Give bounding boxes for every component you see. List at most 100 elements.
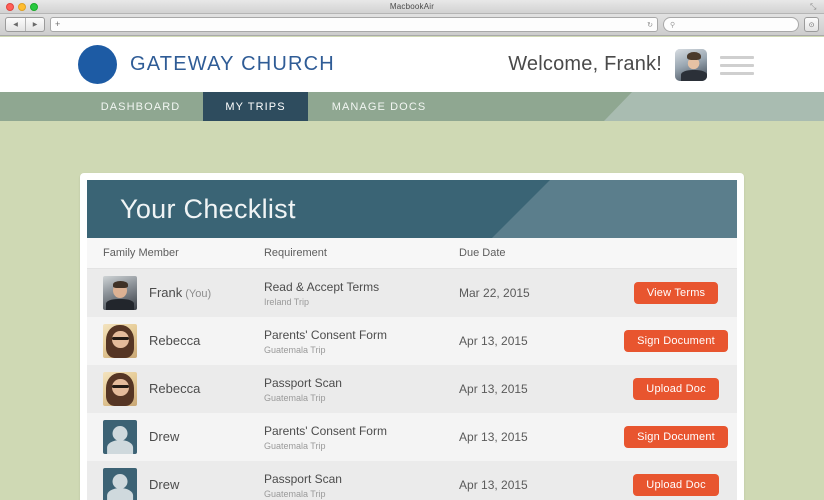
back-button[interactable]: ◀ <box>6 18 25 31</box>
upload-doc-button[interactable]: Upload Doc <box>633 474 719 496</box>
requirement-title: Parents' Consent Form <box>263 327 387 342</box>
member-name: Drew <box>149 477 180 492</box>
requirement-trip: Ireland Trip <box>263 296 309 307</box>
cell-family-member: Rebecca <box>103 324 264 358</box>
brand[interactable]: GATEWAY CHURCH <box>78 45 335 84</box>
member-avatar-placeholder-icon <box>103 420 137 454</box>
member-avatar-icon <box>103 276 137 310</box>
avatar-glasses <box>111 336 129 341</box>
member-avatar-icon <box>103 372 137 406</box>
avatar-head <box>112 473 128 489</box>
hamburger-bar <box>720 55 754 59</box>
cell-family-member: Drew <box>103 468 264 500</box>
member-name-group: Drew <box>149 428 179 446</box>
page-title: Your Checklist <box>120 193 296 224</box>
page-viewport: GATEWAY CHURCH Welcome, Frank! DASHBOARD… <box>0 37 824 500</box>
cell-requirement: Parents' Consent Form Guatemala Trip <box>264 424 459 451</box>
cell-requirement: Passport Scan Guatemala Trip <box>264 376 459 403</box>
tab-my-trips[interactable]: MY TRIPS <box>203 92 308 121</box>
brand-logo-icon <box>78 45 117 84</box>
checklist-table: Family Member Requirement Due Date Frank… <box>87 238 737 500</box>
cell-family-member: Drew <box>103 420 264 454</box>
welcome-text: Welcome, Frank! <box>508 53 662 75</box>
forward-button[interactable]: ▶ <box>25 18 44 31</box>
requirement-trip: Guatemala Trip <box>263 392 326 403</box>
avatar-shoulders <box>107 488 133 500</box>
member-name: Rebecca <box>149 333 201 348</box>
table-row: Drew Passport Scan Guatemala Trip Apr 13… <box>87 461 737 500</box>
member-name-group: Rebecca <box>149 332 200 350</box>
checklist-card: Your Checklist Family Member Requirement… <box>80 173 744 500</box>
hamburger-menu-icon[interactable] <box>720 55 754 75</box>
browser-window: MacbookAir ⤡ ◀ ▶ + ↻ ⚲ ⊙ GATEWAY CHURCH … <box>0 0 824 500</box>
cell-action: Sign Document <box>615 330 737 352</box>
browser-toolbar: ◀ ▶ + ↻ ⚲ ⊙ <box>0 14 824 36</box>
cell-due-date: Mar 22, 2015 <box>459 286 530 300</box>
window-traffic-lights <box>6 3 38 11</box>
requirement-trip: Guatemala Trip <box>263 344 326 355</box>
avatar-shoulders <box>681 70 707 81</box>
brand-name: GATEWAY CHURCH <box>130 53 335 75</box>
member-name: Frank <box>149 285 183 300</box>
member-name-group: Rebecca <box>149 380 200 398</box>
avatar-hair <box>686 51 701 60</box>
avatar-glasses <box>111 384 129 389</box>
cell-requirement: Read & Accept Terms Ireland Trip <box>264 280 459 307</box>
table-row: Drew Parents' Consent Form Guatemala Tri… <box>87 413 737 461</box>
member-name-suffix: (You) <box>185 288 212 300</box>
avatar-hair <box>112 280 129 289</box>
cell-due-date: Apr 13, 2015 <box>459 334 528 348</box>
member-name-group: Frank (You) <box>149 284 211 302</box>
sign-document-button[interactable]: Sign Document <box>624 426 728 448</box>
member-avatar-icon <box>103 324 137 358</box>
close-window-button[interactable] <box>6 3 14 11</box>
cell-due-date: Apr 13, 2015 <box>459 430 528 444</box>
cell-requirement: Parents' Consent Form Guatemala Trip <box>264 328 459 355</box>
table-header-row: Family Member Requirement Due Date <box>87 238 737 269</box>
main-navigation: DASHBOARD MY TRIPS MANAGE DOCS <box>0 92 824 121</box>
member-name-group: Drew <box>149 476 179 494</box>
cell-action: View Terms <box>615 282 737 304</box>
view-terms-button[interactable]: View Terms <box>633 282 719 304</box>
nav-accent-shape <box>604 92 824 121</box>
table-row: Rebecca Parents' Consent Form Guatemala … <box>87 317 737 365</box>
member-name: Rebecca <box>149 381 201 396</box>
downloads-icon[interactable]: ⊙ <box>804 17 819 32</box>
requirement-title: Passport Scan <box>263 471 342 486</box>
requirement-trip: Guatemala Trip <box>263 488 326 499</box>
sign-document-button[interactable]: Sign Document <box>624 330 728 352</box>
minimize-window-button[interactable] <box>18 3 26 11</box>
column-header-requirement: Requirement <box>263 247 327 259</box>
new-tab-icon[interactable]: + <box>55 20 60 29</box>
checklist-accent-shape <box>492 180 737 238</box>
address-bar[interactable]: + ↻ <box>50 17 658 32</box>
cell-action: Sign Document <box>615 426 737 448</box>
browser-titlebar: MacbookAir ⤡ <box>0 0 824 14</box>
column-header-family-member: Family Member <box>103 247 179 259</box>
fullscreen-icon[interactable]: ⤡ <box>810 3 818 11</box>
reload-icon[interactable]: ↻ <box>647 21 653 29</box>
hamburger-bar <box>720 63 754 67</box>
cell-action: Upload Doc <box>615 378 737 400</box>
avatar[interactable] <box>675 48 707 81</box>
cell-due-date: Apr 13, 2015 <box>459 478 528 492</box>
upload-doc-button[interactable]: Upload Doc <box>633 378 719 400</box>
avatar-shoulders <box>107 440 133 454</box>
maximize-window-button[interactable] <box>30 3 38 11</box>
avatar-shoulders <box>106 299 135 310</box>
requirement-title: Read & Accept Terms <box>263 279 380 294</box>
avatar-head <box>112 425 128 441</box>
window-title: MacbookAir <box>389 2 435 11</box>
cell-family-member: Rebecca <box>103 372 264 406</box>
nav-tabs: DASHBOARD MY TRIPS MANAGE DOCS <box>78 92 450 121</box>
tab-manage-docs[interactable]: MANAGE DOCS <box>308 92 450 121</box>
member-name: Drew <box>149 429 180 444</box>
requirement-title: Parents' Consent Form <box>263 423 387 438</box>
site-header: GATEWAY CHURCH Welcome, Frank! <box>0 37 824 92</box>
tab-dashboard[interactable]: DASHBOARD <box>78 92 203 121</box>
column-header-due-date: Due Date <box>459 247 506 259</box>
search-icon: ⚲ <box>670 21 676 29</box>
user-area: Welcome, Frank! <box>508 48 754 81</box>
browser-search-bar[interactable]: ⚲ <box>663 17 799 32</box>
checklist-header: Your Checklist <box>87 180 737 238</box>
